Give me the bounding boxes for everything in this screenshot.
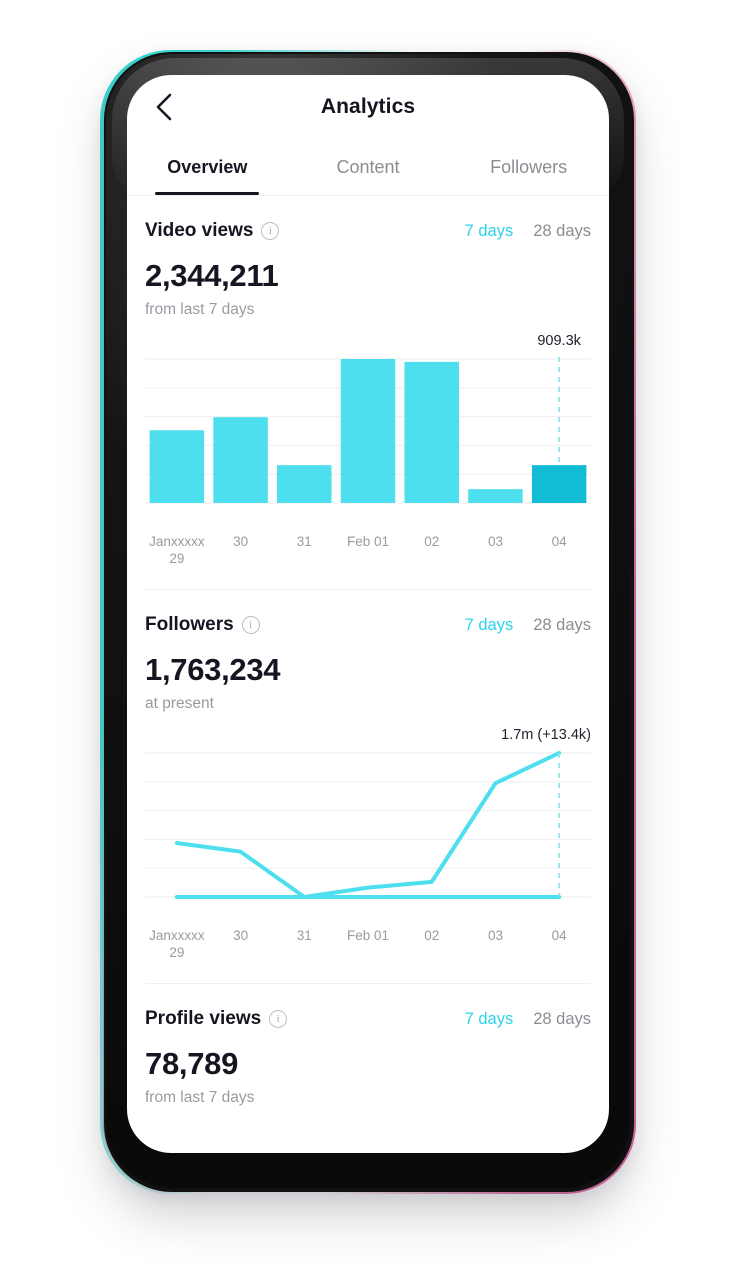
x-axis-label: 30	[233, 534, 249, 549]
section-followers: Followers i 7 days 28 days 1,763,234 at …	[127, 590, 609, 961]
line-chart-x-axis: Janxxxxx 29 30 31 Feb 01 02 03 04	[145, 927, 591, 961]
x-axis-label: Janxxxxx 29	[149, 534, 205, 566]
info-icon[interactable]: i	[269, 1010, 288, 1028]
video-views-subtitle: from last 7 days	[145, 301, 255, 318]
section-profile-views: Profile views i 7 days 28 days 78,789 fr…	[127, 984, 609, 1107]
range-7-days[interactable]: 7 days	[465, 1010, 514, 1029]
app-header: Analytics	[127, 75, 609, 139]
tab-bar: Overview Content Followers	[127, 139, 609, 195]
followers-line-chart[interactable]: 1.7m (+13.4k)	[145, 727, 591, 923]
tab-followers-label: Followers	[490, 156, 568, 177]
profile-views-subtitle: from last 7 days	[145, 1089, 255, 1106]
profile-views-value: 78,789	[145, 1046, 239, 1081]
x-axis-label: 04	[551, 928, 567, 943]
back-button[interactable]	[145, 89, 181, 125]
x-axis-label: Janxxxxx 29	[149, 928, 205, 960]
video-views-bar-chart[interactable]: 909.3k	[145, 333, 591, 529]
page-title: Analytics	[320, 95, 416, 118]
x-axis-label: 31	[296, 928, 312, 943]
range-28-days[interactable]: 28 days	[533, 222, 591, 241]
video-views-title: Video views	[145, 220, 254, 241]
bar-chart-peak-label: 909.3k	[537, 333, 581, 349]
video-views-value: 2,344,211	[145, 258, 279, 293]
x-axis-label: Feb 01	[347, 534, 390, 549]
tab-content-label: Content	[336, 156, 400, 177]
info-icon[interactable]: i	[261, 222, 280, 240]
x-axis-label: 03	[487, 534, 503, 549]
chevron-left-icon	[156, 93, 171, 121]
x-axis-label: 03	[487, 928, 503, 943]
video-views-header: Video views i 7 days 28 days	[145, 196, 591, 242]
video-views-title-group: Video views i	[145, 220, 280, 242]
section-video-views: Video views i 7 days 28 days 2,344,211 f…	[127, 196, 609, 567]
tab-followers[interactable]: Followers	[448, 139, 609, 195]
profile-views-title-group: Profile views i	[145, 1008, 288, 1030]
followers-header: Followers i 7 days 28 days	[145, 590, 591, 636]
followers-subtitle: at present	[145, 695, 214, 712]
profile-views-range-toggle: 7 days 28 days	[465, 1010, 591, 1029]
tab-overview[interactable]: Overview	[127, 139, 288, 195]
screenshot-root: Analytics Overview Content Followers Vid…	[0, 0, 738, 1280]
range-7-days[interactable]: 7 days	[465, 222, 514, 241]
line-chart-svg	[145, 751, 591, 899]
x-axis-label: 02	[424, 928, 440, 943]
range-7-days[interactable]: 7 days	[465, 616, 514, 635]
range-28-days[interactable]: 28 days	[533, 616, 591, 635]
video-views-range-toggle: 7 days 28 days	[465, 222, 591, 241]
x-axis-label: Feb 01	[347, 928, 390, 943]
range-28-days[interactable]: 28 days	[533, 1010, 591, 1029]
phone-screen: Analytics Overview Content Followers Vid…	[127, 75, 609, 1153]
tab-content[interactable]: Content	[288, 139, 449, 195]
followers-range-toggle: 7 days 28 days	[465, 616, 591, 635]
profile-views-header: Profile views i 7 days 28 days	[145, 984, 591, 1030]
info-icon[interactable]: i	[241, 616, 260, 634]
bar-chart-x-axis: Janxxxxx 29 30 31 Feb 01 02 03 04	[145, 533, 591, 567]
x-axis-label: 31	[296, 534, 312, 549]
bar-chart-svg	[145, 357, 591, 504]
x-axis-label: 04	[551, 534, 567, 549]
followers-title: Followers	[145, 614, 234, 635]
tab-overview-label: Overview	[167, 156, 248, 177]
x-axis-label: 30	[233, 928, 249, 943]
followers-title-group: Followers i	[145, 614, 260, 636]
followers-value: 1,763,234	[145, 652, 281, 687]
x-axis-label: 02	[424, 534, 440, 549]
line-chart-peak-label: 1.7m (+13.4k)	[501, 727, 591, 743]
profile-views-title: Profile views	[145, 1008, 262, 1029]
